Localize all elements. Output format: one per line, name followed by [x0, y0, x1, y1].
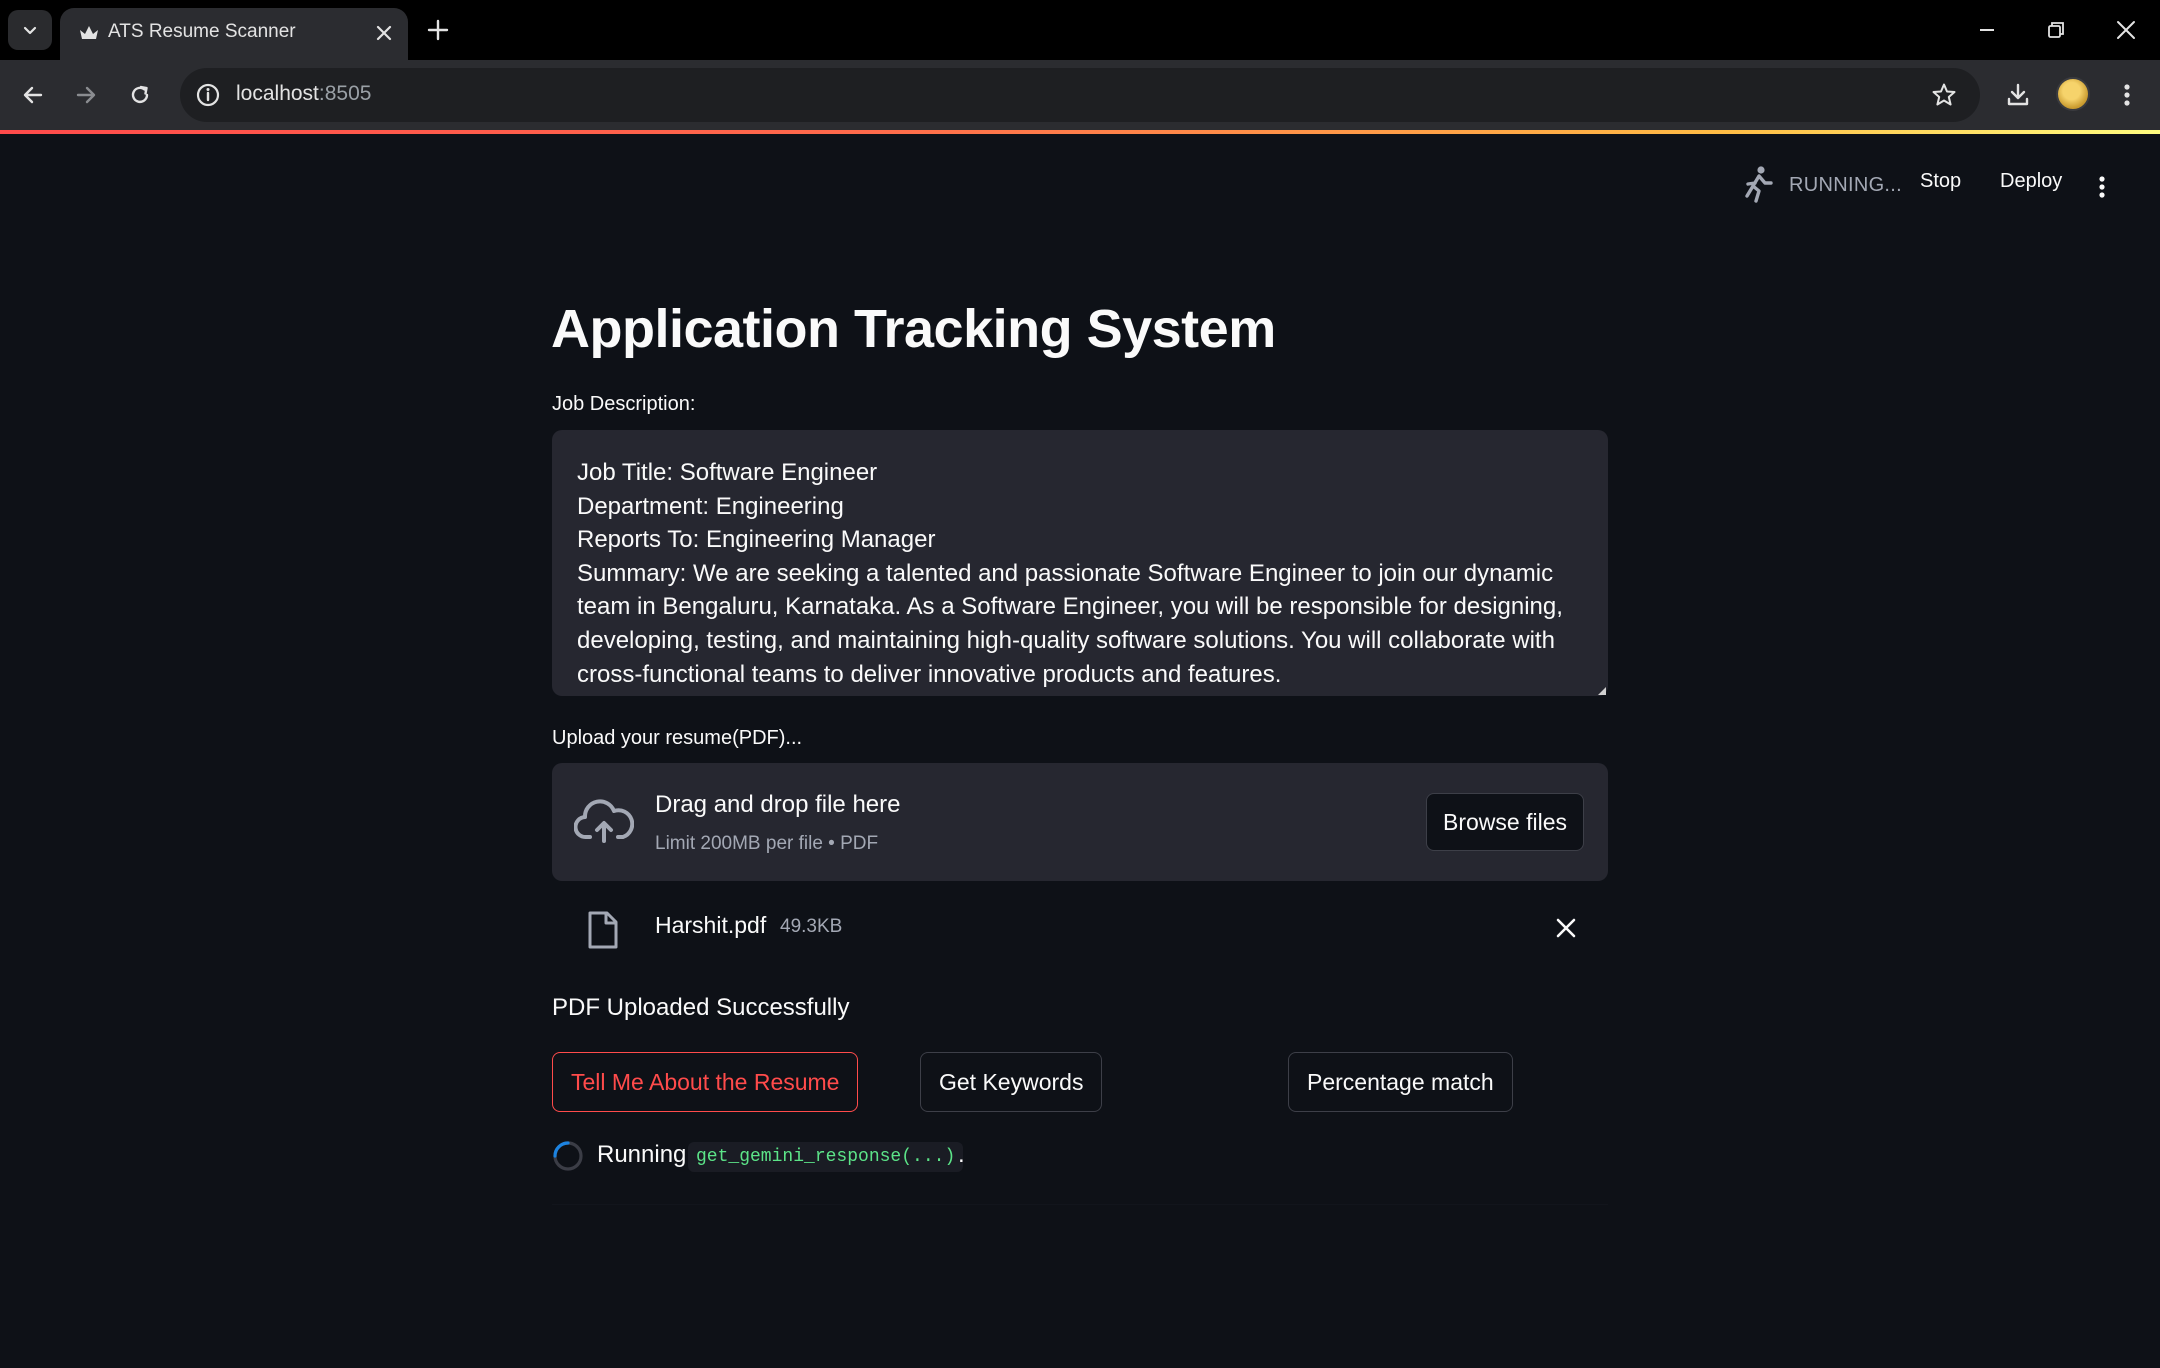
close-icon[interactable]	[1554, 916, 1578, 940]
loading-spinner-icon	[553, 1141, 583, 1171]
profile-avatar[interactable]	[2056, 77, 2090, 111]
minimize-button[interactable]	[1971, 14, 2003, 46]
page-title: Application Tracking System	[551, 299, 1276, 359]
downloads-button[interactable]	[2000, 77, 2036, 113]
running-label: Running	[597, 1141, 687, 1168]
reload-icon	[131, 85, 149, 104]
bookmark-star-icon[interactable]	[1930, 81, 1958, 109]
minimize-icon	[1980, 29, 1994, 31]
close-icon[interactable]	[372, 21, 396, 45]
file-icon	[588, 911, 618, 949]
upload-success-message: PDF Uploaded Successfully	[552, 994, 850, 1021]
percentage-match-button[interactable]: Percentage match	[1288, 1052, 1513, 1112]
running-man-icon	[1745, 166, 1773, 203]
divider	[552, 1204, 1608, 1205]
more-vert-icon	[2124, 84, 2130, 106]
main-menu-icon[interactable]	[2090, 172, 2114, 202]
window-close-button[interactable]	[2110, 14, 2142, 46]
address-bar[interactable]: localhost:8505	[180, 68, 1980, 122]
dropzone-limit-text: Limit 200MB per file • PDF	[655, 833, 879, 854]
reload-button[interactable]	[122, 77, 158, 113]
uploaded-file-name: Harshit.pdf	[655, 912, 767, 938]
tab-search-button[interactable]	[8, 10, 52, 50]
upload-label: Upload your resume(PDF)...	[552, 727, 803, 749]
chevron-down-icon	[23, 26, 37, 35]
uploaded-file-size: 49.3KB	[780, 916, 843, 937]
arrow-right-icon	[76, 86, 96, 104]
arrow-left-icon	[23, 86, 43, 104]
back-button[interactable]	[15, 77, 51, 113]
cloud-upload-icon	[574, 799, 634, 843]
running-status-label: RUNNING...	[1789, 174, 1902, 196]
tab-title: ATS Resume Scanner	[108, 21, 296, 42]
stop-button[interactable]: Stop	[1920, 170, 1961, 193]
download-icon	[2007, 83, 2029, 106]
browser-tab-strip: ATS Resume Scanner	[0, 0, 2160, 60]
browser-tab[interactable]: ATS Resume Scanner	[60, 8, 408, 60]
url-text: localhost:8505	[236, 82, 372, 105]
tell-me-about-resume-button[interactable]: Tell Me About the Resume	[552, 1052, 859, 1112]
restore-button[interactable]	[2040, 14, 2072, 46]
job-description-label: Job Description:	[552, 393, 696, 415]
app-header: RUNNING... Stop Deploy	[0, 134, 2160, 234]
streamlit-crown-icon	[80, 26, 98, 39]
new-tab-icon[interactable]	[424, 16, 452, 44]
url-port: :8505	[318, 82, 372, 105]
restore-icon	[2048, 22, 2064, 38]
browse-files-button[interactable]: Browse files	[1426, 793, 1584, 851]
browser-toolbar: localhost:8505	[0, 60, 2160, 130]
file-dropzone[interactable]: Drag and drop file here Limit 200MB per …	[552, 763, 1608, 881]
running-suffix: .	[958, 1141, 965, 1168]
browser-menu-button[interactable]	[2109, 77, 2145, 113]
get-keywords-button[interactable]: Get Keywords	[920, 1052, 1103, 1112]
site-info-icon[interactable]	[194, 81, 222, 109]
resize-handle-icon[interactable]	[1597, 686, 1607, 696]
job-description-textarea[interactable]: Job Title: Software Engineer Department:…	[552, 430, 1608, 696]
uploaded-file-row: Harshit.pdf 49.3KB	[552, 900, 1608, 956]
forward-button[interactable]	[68, 77, 104, 113]
deploy-button[interactable]: Deploy	[2000, 170, 2062, 193]
close-icon	[2117, 21, 2135, 39]
running-function-code: get_gemini_response(...)	[688, 1142, 964, 1172]
dropzone-title: Drag and drop file here	[655, 791, 901, 818]
